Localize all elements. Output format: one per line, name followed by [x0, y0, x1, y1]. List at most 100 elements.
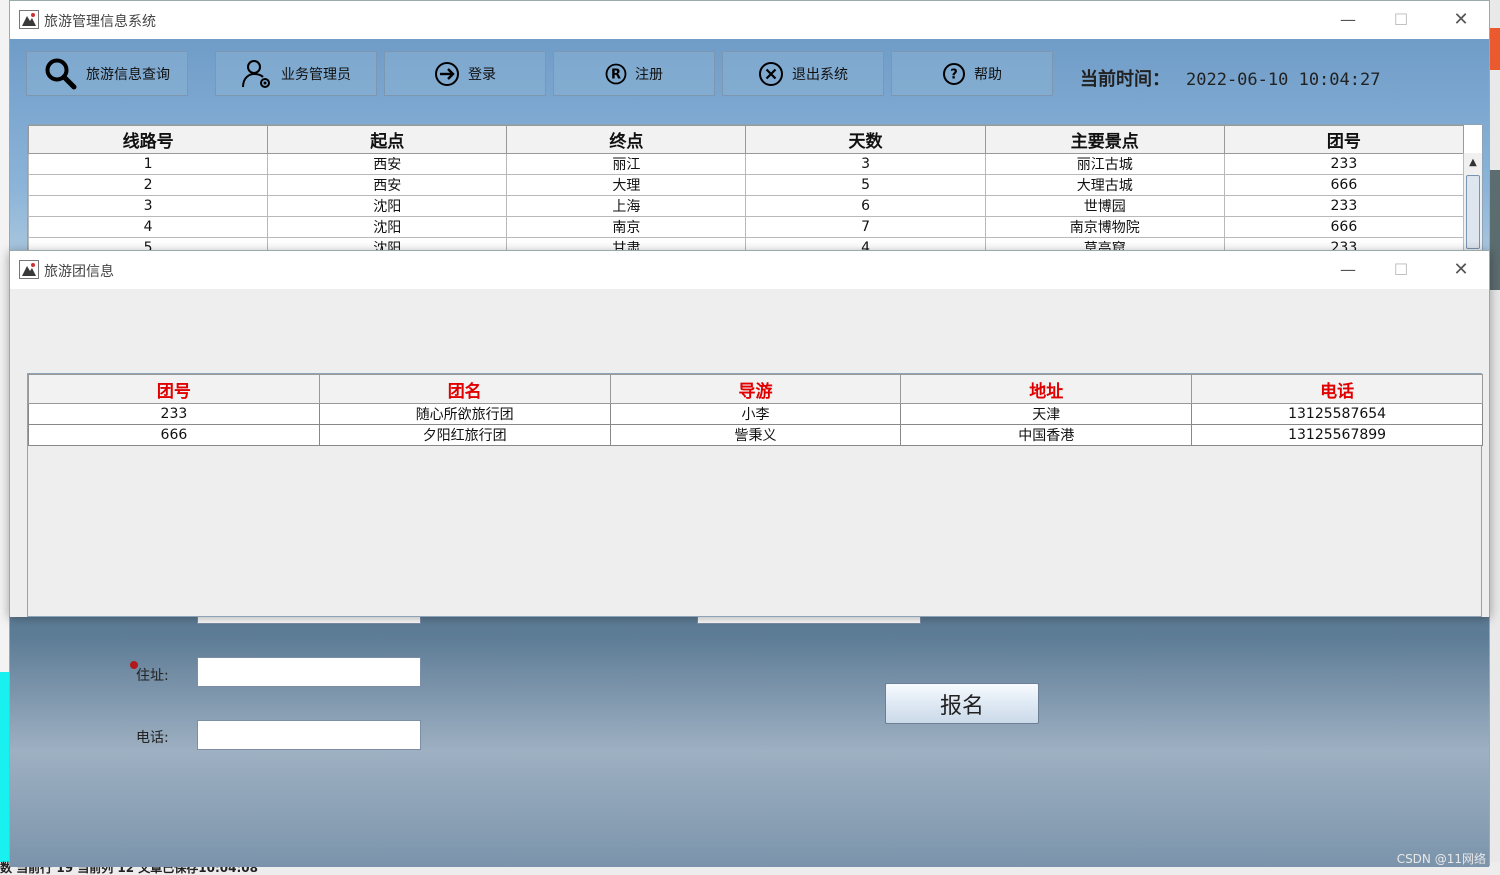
exit-system-button[interactable]: 退出系统 [722, 51, 884, 96]
register-label: 注册 [635, 66, 663, 83]
business-admin-button[interactable]: 业务管理员 [215, 51, 377, 96]
table-cell: 233 [1223, 195, 1465, 217]
table-cell: 甘肃 [506, 237, 747, 250]
admin-user-icon [242, 59, 270, 88]
table-cell: 中国香港 [900, 424, 1193, 446]
tourism-query-button[interactable]: 旅游信息查询 [26, 51, 188, 96]
table-cell: 666 [1223, 216, 1465, 238]
group-col-header[interactable]: 地址 [900, 374, 1193, 404]
table-cell: 666 [28, 424, 320, 446]
route-col-header[interactable]: 线路号 [28, 125, 269, 154]
table-cell: 上海 [506, 195, 747, 217]
help-button[interactable]: ? 帮助 [891, 51, 1053, 96]
tourism-query-label: 旅游信息查询 [86, 66, 170, 83]
group-window-title: 旅游团信息 [44, 264, 114, 280]
route-table-scrollbar[interactable]: ▲ [1463, 153, 1482, 250]
svg-text:?: ? [950, 67, 958, 82]
table-row[interactable]: 1 西安 丽江 3 丽江古城 233 [28, 153, 1465, 175]
route-table-grid: 线路号 起点 终点 天数 主要景点 团号 1 西安 丽江 3 丽江古城 233 … [28, 125, 1465, 250]
table-row[interactable]: 666 夕阳红旅行团 訾秉义 中国香港 13125567899 [28, 424, 1483, 446]
group-col-header[interactable]: 电话 [1191, 374, 1483, 404]
phone-label: 电话: [136, 730, 169, 746]
register-button[interactable]: R 注册 [553, 51, 715, 96]
route-table-header: 线路号 起点 终点 天数 主要景点 团号 [28, 125, 1465, 154]
table-cell: 莫高窟 [984, 237, 1225, 250]
minimize-icon[interactable]: — [1335, 257, 1361, 283]
table-cell: 南京 [506, 216, 747, 238]
route-col-header[interactable]: 团号 [1223, 125, 1465, 154]
close-icon[interactable]: ✕ [1448, 7, 1474, 33]
route-col-header[interactable]: 起点 [267, 125, 508, 154]
route-col-header[interactable]: 终点 [506, 125, 747, 154]
close-icon[interactable]: ✕ [1448, 257, 1474, 283]
maximize-icon[interactable]: ☐ [1388, 257, 1414, 283]
minimize-icon[interactable]: — [1335, 7, 1361, 33]
current-time-label: 当前时间： [1080, 69, 1170, 90]
search-icon [45, 58, 77, 89]
table-cell: 4 [28, 216, 269, 238]
phone-input[interactable] [197, 720, 421, 750]
cyan-strip [0, 672, 9, 862]
group-table-grid: 团号 团名 导游 地址 电话 233 随心所欲旅行团 小李 天津 1312558… [28, 374, 1483, 446]
group-col-header[interactable]: 团号 [28, 374, 320, 404]
table-cell: 233 [28, 403, 320, 425]
table-cell: 1 [28, 153, 269, 175]
help-icon: ? [943, 62, 965, 85]
group-title-bar[interactable]: 旅游团信息 — ☐ ✕ [10, 251, 1489, 289]
table-cell: 13125587654 [1191, 403, 1483, 425]
table-cell: 233 [1223, 153, 1465, 175]
login-button[interactable]: 登录 [384, 51, 546, 96]
table-row[interactable]: 233 随心所欲旅行团 小李 天津 13125587654 [28, 403, 1483, 425]
csdn-watermark: CSDN @11网络 [1396, 852, 1486, 866]
group-window-body: 团号 团名 导游 地址 电话 233 随心所欲旅行团 小李 天津 1312558… [10, 289, 1489, 617]
table-cell: 夕阳红旅行团 [318, 424, 611, 446]
table-cell: 3 [745, 153, 986, 175]
group-table: 团号 团名 导游 地址 电话 233 随心所欲旅行团 小李 天津 1312558… [27, 373, 1483, 617]
table-cell: 大理 [506, 174, 747, 196]
table-cell: 丽江古城 [984, 153, 1225, 175]
table-cell: 沈阳 [267, 216, 508, 238]
table-cell: 5 [28, 237, 269, 250]
group-table-header: 团号 团名 导游 地址 电话 [28, 374, 1483, 404]
group-info-window: 旅游团信息 — ☐ ✕ 团号 团名 导游 地址 电话 233 随心所欲旅行团 小… [9, 250, 1490, 617]
orange-badge [1490, 28, 1500, 70]
table-row[interactable]: 2 西安 大理 5 大理古城 666 [28, 174, 1465, 196]
exit-system-label: 退出系统 [792, 66, 848, 83]
table-cell: 4 [745, 237, 986, 250]
signup-button[interactable]: 报名 [885, 683, 1039, 724]
scroll-thumb[interactable] [1466, 175, 1480, 249]
route-col-header[interactable]: 主要景点 [984, 125, 1225, 154]
route-table: 线路号 起点 终点 天数 主要景点 团号 1 西安 丽江 3 丽江古城 233 … [27, 124, 1483, 251]
svg-text:R: R [611, 67, 621, 82]
table-cell: 7 [745, 216, 986, 238]
address-label: 住址: [136, 668, 169, 684]
maximize-icon[interactable]: ☐ [1388, 7, 1414, 33]
background-editor-left-edge [0, 0, 9, 875]
business-admin-label: 业务管理员 [281, 66, 351, 83]
address-input[interactable] [197, 657, 421, 687]
table-cell: 南京博物院 [984, 216, 1225, 238]
route-col-header[interactable]: 天数 [745, 125, 986, 154]
table-cell: 小李 [609, 403, 902, 425]
group-col-header[interactable]: 导游 [609, 374, 902, 404]
login-arrow-icon [435, 61, 459, 86]
table-cell: 世博园 [984, 195, 1225, 217]
current-time-value: 2022-06-10 10:04:27 [1186, 70, 1381, 90]
table-cell: 西安 [267, 153, 508, 175]
background-editor-right-edge [1490, 0, 1500, 875]
main-title-bar[interactable]: 旅游管理信息系统 — ☐ ✕ [10, 1, 1489, 39]
table-cell: 丽江 [506, 153, 747, 175]
main-window-title: 旅游管理信息系统 [44, 14, 156, 30]
current-time: 当前时间： 2022-06-10 10:04:27 [1080, 65, 1380, 91]
group-col-header[interactable]: 团名 [318, 374, 611, 404]
scroll-up-icon[interactable]: ▲ [1464, 153, 1482, 173]
table-row[interactable]: 4 沈阳 南京 7 南京博物院 666 [28, 216, 1465, 238]
exit-x-icon [759, 61, 783, 86]
table-row[interactable]: 3 沈阳 上海 6 世博园 233 [28, 195, 1465, 217]
table-row[interactable]: 5 沈阳 甘肃 4 莫高窟 233 [28, 237, 1465, 250]
table-cell: 大理古城 [984, 174, 1225, 196]
java-app-icon [19, 10, 39, 29]
help-label: 帮助 [974, 66, 1002, 83]
table-cell: 3 [28, 195, 269, 217]
table-cell: 随心所欲旅行团 [318, 403, 611, 425]
